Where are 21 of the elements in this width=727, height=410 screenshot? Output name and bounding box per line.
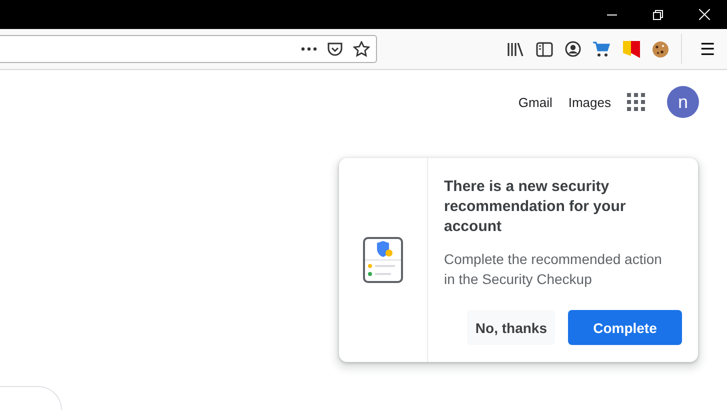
card-title: There is a new security recommendation for your account bbox=[444, 177, 627, 237]
restore-icon[interactable] bbox=[653, 10, 663, 20]
library-icon[interactable] bbox=[507, 42, 524, 56]
complete-button[interactable]: Complete bbox=[568, 310, 682, 345]
header-link[interactable]: Images bbox=[568, 94, 611, 110]
cookie-icon[interactable] bbox=[652, 40, 669, 58]
account-avatar[interactable]: n bbox=[667, 86, 699, 118]
cart-icon[interactable] bbox=[593, 41, 611, 57]
apps-grid-icon[interactable] bbox=[627, 93, 645, 111]
bookmark-icon[interactable] bbox=[623, 40, 640, 58]
account-icon[interactable] bbox=[565, 41, 581, 57]
more-icon[interactable] bbox=[301, 47, 317, 51]
close-icon[interactable] bbox=[698, 9, 710, 20]
menu-icon[interactable]: ☰ bbox=[694, 38, 723, 60]
card-message: Complete the recommended action in the Security Checkup bbox=[444, 250, 663, 289]
phone-shield-icon bbox=[363, 237, 403, 283]
dismiss-button[interactable]: No, thanks bbox=[467, 310, 555, 345]
pocket-icon[interactable] bbox=[327, 42, 343, 56]
sidebar-icon[interactable] bbox=[536, 42, 553, 56]
star-icon[interactable] bbox=[353, 41, 370, 57]
header-link[interactable]: Gmail bbox=[518, 94, 552, 110]
